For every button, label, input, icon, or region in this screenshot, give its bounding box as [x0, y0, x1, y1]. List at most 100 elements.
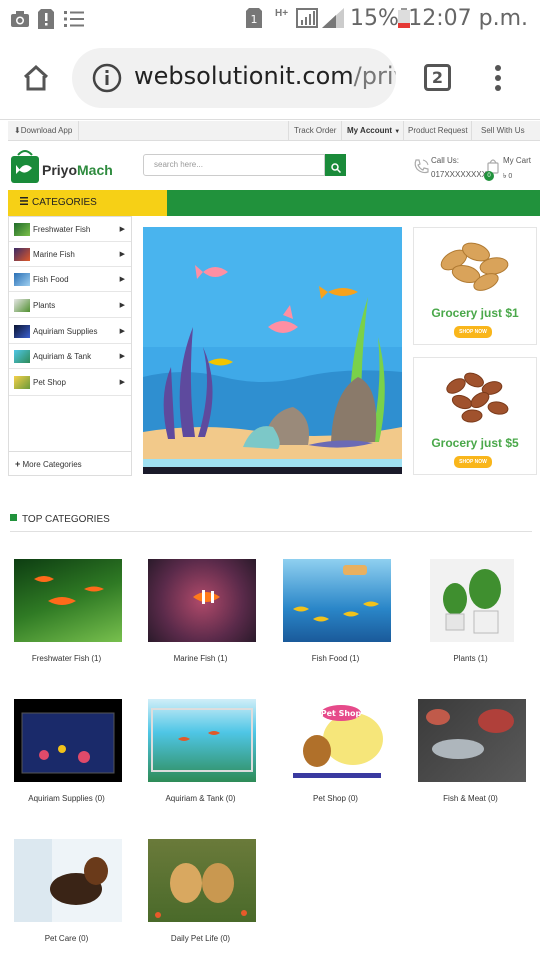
track-order-link[interactable]: Track Order: [294, 126, 336, 135]
fish-food-thumb: [14, 273, 30, 286]
url-path: /priy: [353, 62, 396, 90]
logo-text: PriyoMach: [42, 162, 113, 178]
my-cart-label: My Cart: [503, 156, 531, 165]
my-account-link[interactable]: My Account ▼: [347, 126, 400, 135]
chevron-right-icon: ▶: [119, 251, 125, 258]
plants-thumb: [14, 299, 30, 312]
category-label: Marine Fish (1): [173, 654, 228, 663]
side-menu-label: Aquiriam & Tank: [33, 352, 92, 361]
category-card-aquiriam-tank[interactable]: Aquiriam & Tank (0): [148, 699, 273, 809]
site-logo[interactable]: PriyoMach: [10, 148, 118, 184]
chevron-right-icon: ▶: [119, 276, 125, 283]
cart-count-badge: 0: [484, 171, 494, 181]
category-card-fish-meat[interactable]: Fish & Meat (0): [418, 699, 540, 809]
category-card-fish-food[interactable]: Fish Food (1): [283, 559, 408, 669]
chevron-right-icon: ▶: [119, 379, 125, 386]
category-label: Aquiriam Supplies (0): [28, 794, 105, 803]
grocery-ad-peanuts[interactable]: Grocery just $1 SHOP NOW: [413, 227, 537, 345]
phone-icon: [412, 158, 430, 178]
category-label: Pet Shop (0): [313, 794, 358, 803]
search-input[interactable]: search here...: [143, 154, 325, 176]
site-top-bar: ⬇Download App Track Order My Account ▼ P…: [8, 121, 540, 141]
camera-icon: [10, 10, 30, 33]
signal-icon: [296, 8, 318, 33]
url-host: websolutionit.com: [134, 62, 354, 90]
almonds-image: [446, 372, 509, 423]
tab-switcher-button[interactable]: 2: [424, 64, 451, 91]
sell-with-us-link[interactable]: Sell With Us: [481, 126, 525, 135]
category-card-daily-pet-life[interactable]: Daily Pet Life (0): [148, 839, 273, 949]
aquarium-hero-banner[interactable]: [143, 227, 402, 474]
category-card-marine-fish[interactable]: Marine Fish (1): [148, 559, 273, 669]
marine-fish-thumb: [14, 248, 30, 261]
grocery-ad-almonds[interactable]: Grocery just $5 SHOP NOW: [413, 357, 537, 475]
category-label: Aquiriam & Tank (0): [165, 794, 236, 803]
category-card-freshwater-fish[interactable]: Freshwater Fish (1): [14, 559, 139, 669]
side-menu-item-aquiriam-tank[interactable]: Aquiriam & Tank ▶: [9, 344, 131, 369]
plus-icon: +: [15, 459, 21, 469]
category-label: Daily Pet Life (0): [170, 934, 231, 943]
category-card-pet-care[interactable]: Pet Care (0): [14, 839, 139, 949]
product-request-link[interactable]: Product Request: [408, 126, 468, 135]
network-type-label: H+: [275, 8, 289, 19]
more-categories-label: More Categories: [22, 460, 82, 469]
pet-shop-thumb: [14, 376, 30, 389]
side-menu-item-freshwater-fish[interactable]: Freshwater Fish ▶: [9, 217, 131, 242]
status-bar: 1 H+ 15% 12:07 p.m.: [0, 0, 540, 38]
side-menu-label: Aquiriam Supplies: [33, 327, 98, 336]
aquiriam-supplies-thumb: [14, 325, 30, 338]
side-menu-label: Freshwater Fish: [33, 225, 91, 234]
plants-image: [430, 559, 514, 642]
url-text[interactable]: websolutionit.com/priy: [134, 62, 396, 90]
ad-headline: Grocery just $1: [431, 306, 519, 320]
ad-headline: Grocery just $5: [431, 436, 519, 450]
side-menu-label: Plants: [33, 301, 56, 310]
call-us-label: Call Us:: [431, 156, 460, 165]
shop-now-button[interactable]: SHOP NOW: [454, 326, 492, 338]
list-icon: [64, 10, 84, 33]
search-button[interactable]: [325, 154, 346, 176]
side-menu-divider: [9, 395, 131, 396]
info-icon[interactable]: [92, 63, 122, 98]
download-app-link[interactable]: ⬇Download App: [14, 126, 72, 135]
alert-icon: [38, 9, 54, 34]
chevron-right-icon: ▶: [119, 226, 125, 233]
freshwater-fish-image: [14, 559, 122, 642]
category-card-pet-shop[interactable]: Pet Shop Pet Shop (0): [283, 699, 408, 809]
aquiriam-tank-image: [148, 699, 256, 782]
logo-text-part1: Priyo: [42, 162, 78, 178]
side-menu-item-marine-fish[interactable]: Marine Fish ▶: [9, 242, 131, 267]
battery-percent: 15%: [350, 6, 399, 31]
svg-text:1: 1: [251, 13, 258, 26]
address-bar[interactable]: websolutionit.com/priy: [72, 48, 396, 108]
chevron-right-icon: ▶: [119, 302, 125, 309]
side-menu-item-pet-shop[interactable]: Pet Shop ▶: [9, 370, 131, 395]
sim-icon: 1: [246, 8, 262, 33]
category-card-aquiriam-supplies[interactable]: Aquiriam Supplies (0): [14, 699, 139, 809]
side-menu-item-plants[interactable]: Plants ▶: [9, 293, 131, 318]
side-menu-label: Fish Food: [33, 275, 69, 284]
logo-text-part2: Mach: [77, 162, 113, 178]
download-app-label: Download App: [20, 126, 73, 135]
main-nav-bar: CATEGORIES: [8, 190, 540, 216]
hamburger-icon: [20, 197, 28, 208]
signal-2-icon: [322, 8, 344, 33]
home-icon[interactable]: [22, 64, 50, 97]
categories-toggle-button[interactable]: CATEGORIES: [8, 190, 167, 216]
category-label: Freshwater Fish (1): [31, 654, 102, 663]
category-label: Plants (1): [453, 654, 488, 663]
fish-meat-image: [418, 699, 526, 782]
aquiriam-supplies-image: [14, 699, 122, 782]
overflow-menu-icon[interactable]: [494, 64, 502, 97]
category-label: Pet Care (0): [44, 934, 89, 943]
top-categories-heading: TOP CATEGORIES: [10, 512, 532, 532]
side-menu-item-aquiriam-supplies[interactable]: Aquiriam Supplies ▶: [9, 319, 131, 344]
more-categories-link[interactable]: + More Categories: [9, 451, 131, 475]
category-card-plants[interactable]: Plants (1): [418, 559, 540, 669]
side-menu-label: Pet Shop: [33, 378, 66, 387]
shop-now-button[interactable]: SHOP NOW: [454, 456, 492, 468]
chevron-right-icon: ▶: [119, 328, 125, 335]
side-menu-item-fish-food[interactable]: Fish Food ▶: [9, 267, 131, 292]
my-account-label: My Account: [347, 126, 393, 135]
phone-number: 017XXXXXXXX: [431, 170, 488, 179]
